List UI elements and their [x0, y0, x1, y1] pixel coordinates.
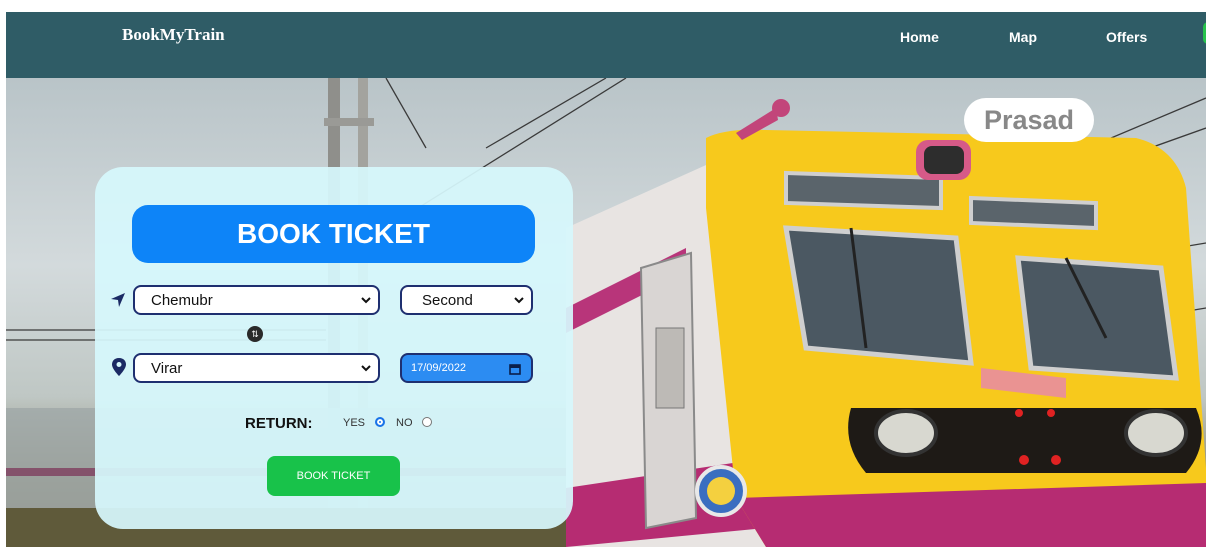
return-yes-radio[interactable] — [375, 417, 385, 427]
class-value: Second — [422, 292, 473, 309]
nav-home-link[interactable]: Home — [900, 29, 939, 45]
return-yes-label: YES — [343, 417, 366, 429]
from-station-select[interactable]: Chemubr — [133, 285, 380, 315]
swap-icon[interactable]: ⇅ — [247, 326, 263, 342]
from-station-value: Chemubr — [151, 292, 213, 309]
nav-offers-link[interactable]: Offers — [1106, 29, 1147, 45]
map-pin-icon — [112, 358, 126, 376]
to-station-value: Virar — [151, 360, 183, 377]
location-arrow-icon — [111, 293, 125, 307]
return-no-radio[interactable] — [422, 417, 432, 427]
journey-date-value: 17/09/2022 — [411, 362, 467, 374]
chevron-down-icon — [361, 297, 371, 304]
return-label: RETURN: — [245, 415, 313, 432]
user-name-badge[interactable]: Prasad — [964, 98, 1094, 142]
return-no-label: NO — [396, 417, 413, 429]
to-station-select[interactable]: Virar — [133, 353, 380, 383]
book-ticket-button[interactable]: BOOK TICKET — [267, 456, 400, 496]
chevron-down-icon — [361, 365, 371, 372]
chevron-down-icon — [514, 297, 524, 304]
navbar: BookMyTrain Home Map Offers — [6, 12, 1206, 78]
class-select[interactable]: Second — [400, 285, 533, 315]
nav-map-link[interactable]: Map — [1009, 29, 1037, 45]
book-ticket-heading[interactable]: BOOK TICKET — [132, 205, 535, 263]
journey-date-input[interactable]: 17/09/2022 — [400, 353, 533, 383]
brand-logo[interactable]: BookMyTrain — [122, 25, 225, 45]
booking-card: BOOK TICKET Chemubr Second ⇅ Virar 17/09… — [95, 167, 573, 529]
calendar-icon[interactable] — [509, 363, 521, 375]
